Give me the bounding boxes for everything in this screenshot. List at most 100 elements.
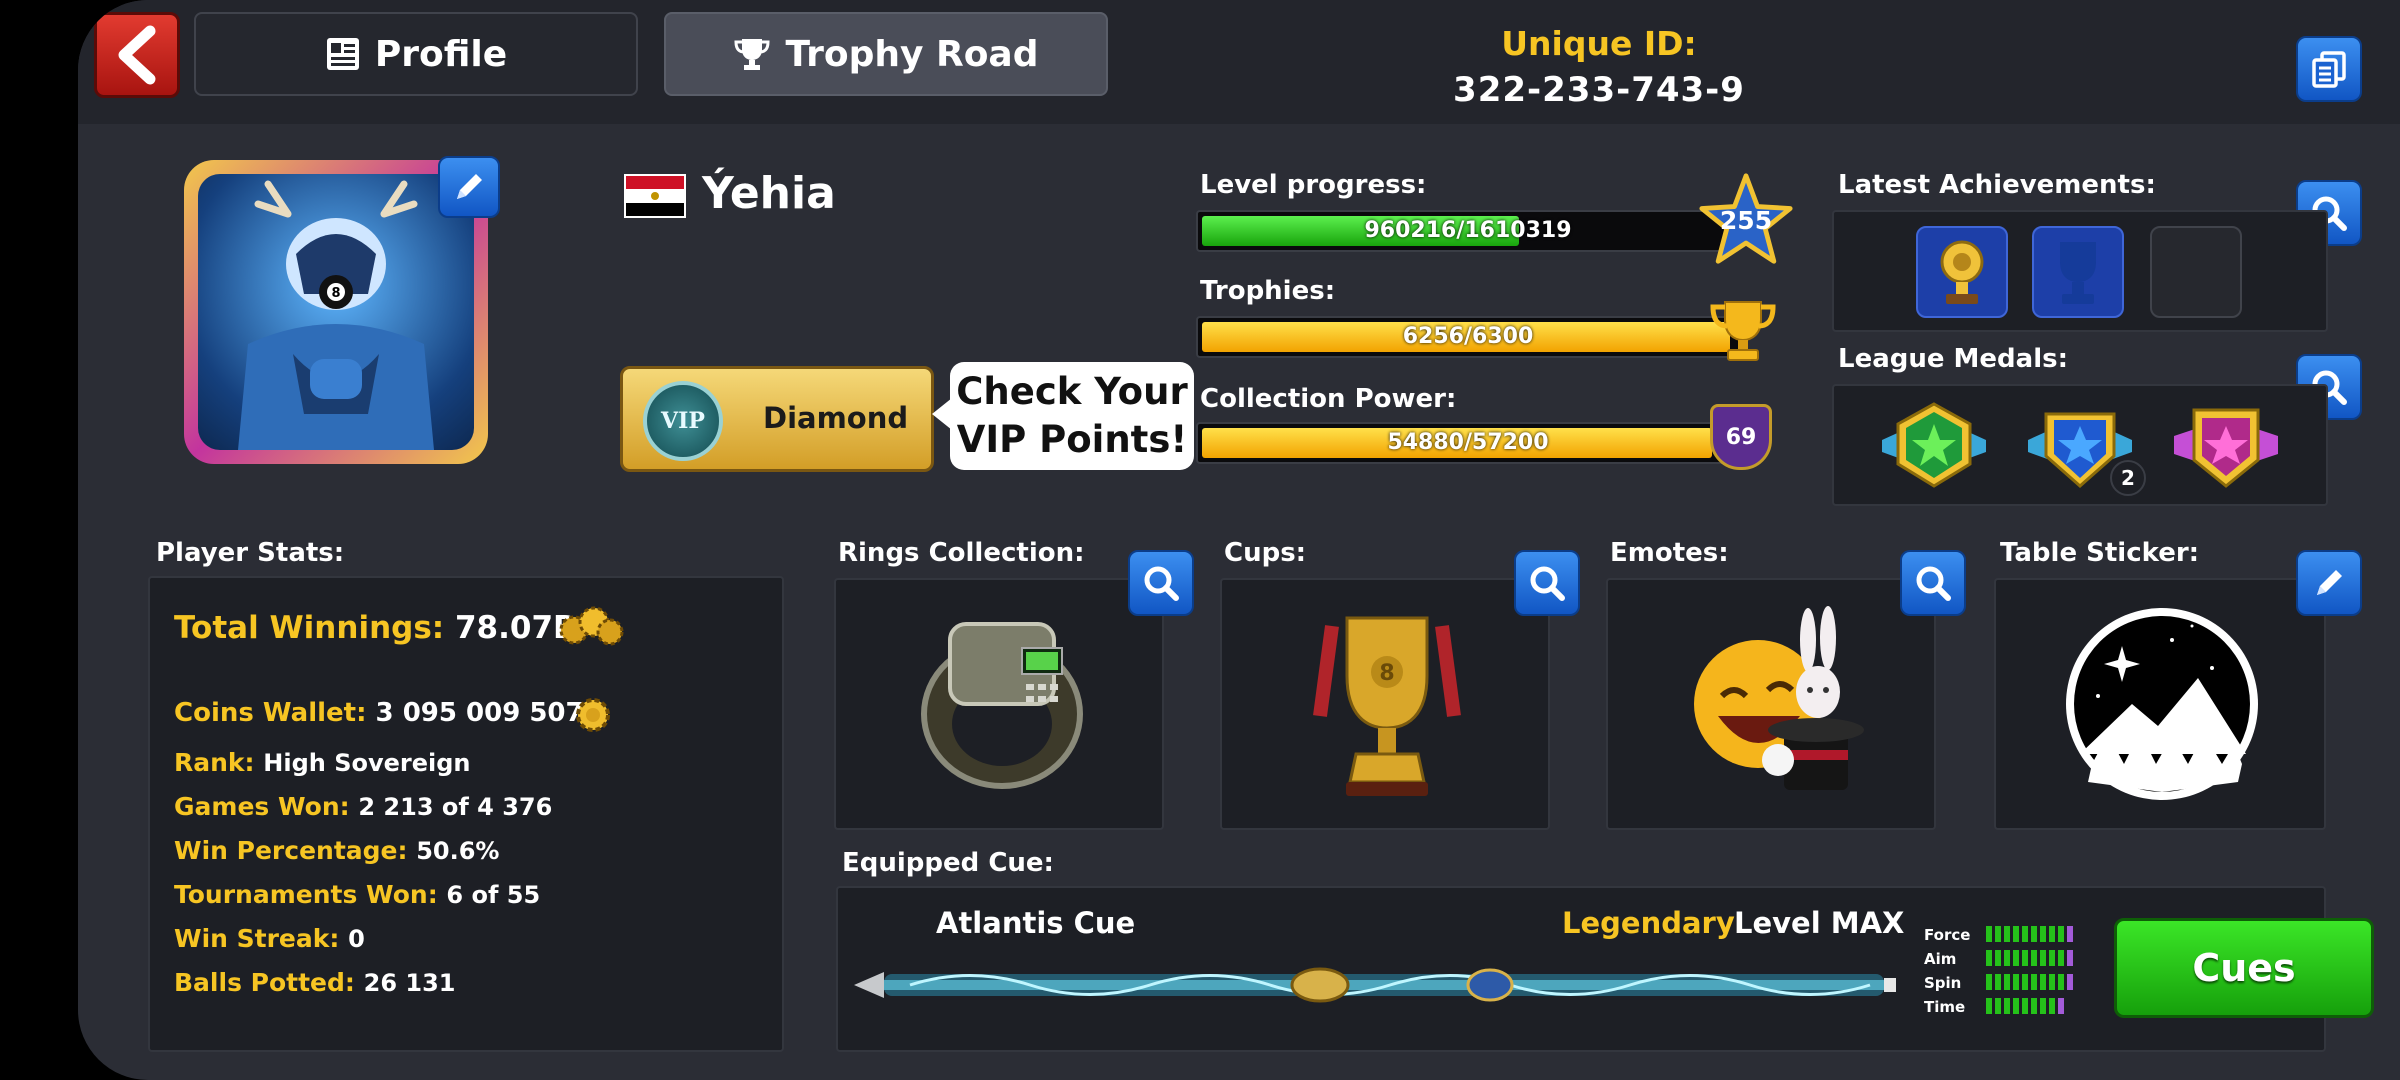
trophies-text: 6256/6300 (1402, 324, 1534, 349)
achievement-blue-trophy-icon[interactable] (2032, 226, 2124, 318)
vip-badge-icon: VIP (643, 381, 723, 461)
mountain-sticker-icon (2066, 608, 2258, 800)
stat-total-winnings: Total Winnings: 78.07B (174, 610, 577, 646)
league-medals-label: League Medals: (1838, 344, 2069, 374)
stat-win-percentage: Win Percentage: 50.6% (174, 836, 499, 865)
stat-win-streak: Win Streak: 0 (174, 924, 365, 953)
latest-achievements-label: Latest Achievements: (1838, 170, 2156, 200)
cups-search-button[interactable] (1514, 550, 1580, 616)
pencil-icon (457, 174, 482, 199)
atlantis-cue-image (854, 967, 1896, 1003)
trophy-icon (734, 39, 770, 70)
trophies-label: Trophies: (1200, 276, 1336, 306)
unique-id-value: 322-233-743-9 (1453, 70, 1745, 110)
trophies-bar: 6256/6300 (1196, 316, 1740, 358)
player-stats-label: Player Stats: (156, 538, 345, 568)
league-medals-panel: 2 (1832, 384, 2328, 506)
cue-force-label: Force (1924, 926, 1971, 944)
cue-level: Level MAX (1734, 906, 1905, 940)
table-sticker-panel[interactable] (1994, 578, 2326, 830)
stat-win-percentage-value: 50.6% (416, 837, 500, 865)
stat-games-won: Games Won: 2 213 of 4 376 (174, 792, 552, 821)
chevron-left-icon (118, 25, 156, 85)
back-button[interactable] (94, 12, 180, 98)
stat-tournaments-won: Tournaments Won: 6 of 55 (174, 880, 540, 909)
trophy-gold-icon (1710, 301, 1776, 361)
vip-tier: Diamond (763, 401, 909, 435)
tab-profile-label: Profile (374, 33, 508, 75)
rings-panel[interactable] (834, 578, 1164, 830)
stat-balls-potted: Balls Potted: 26 131 (174, 968, 455, 997)
achievements-panel (1832, 210, 2328, 332)
profile-screen: Profile Trophy Road Unique ID: 322-233-7… (78, 0, 2400, 1080)
svg-text:8: 8 (331, 286, 340, 301)
cue-name: Atlantis Cue (936, 906, 1136, 940)
collection-shield-icon: 69 (1710, 404, 1772, 470)
pencil-icon (2317, 570, 2342, 595)
level-progress-bar: 960216/1610319 (1196, 210, 1740, 252)
stat-rank-key: Rank: (174, 748, 255, 777)
stat-total-winnings-key: Total Winnings: (174, 610, 445, 646)
cue-time-bar (1986, 998, 2064, 1014)
coin-icon (576, 698, 610, 732)
tab-trophy-road[interactable]: Trophy Road (664, 12, 1108, 96)
stat-coins-wallet: Coins Wallet: 3 095 009 507 (174, 698, 584, 728)
rings-search-button[interactable] (1128, 550, 1194, 616)
stat-balls-potted-value: 26 131 (363, 969, 456, 997)
level-progress-text: 960216/1610319 (1364, 218, 1572, 243)
emotes-search-button[interactable] (1900, 550, 1966, 616)
stat-win-streak-value: 0 (348, 925, 365, 953)
tab-trophy-road-label: Trophy Road (785, 33, 1039, 75)
copy-icon (2312, 51, 2346, 88)
cups-label: Cups: (1224, 538, 1307, 568)
cup-trophy-icon: 8 (1313, 616, 1461, 796)
cue-rarity: Legendary (1562, 906, 1735, 940)
search-icon (1916, 566, 1951, 601)
stat-balls-potted-key: Balls Potted: (174, 968, 355, 997)
equipped-cue-label: Equipped Cue: (842, 848, 1054, 878)
cue-aim-bar (1986, 950, 2073, 966)
achievement-gold-trophy-icon[interactable] (1916, 226, 2008, 318)
unique-id-label: Unique ID: (1501, 24, 1697, 63)
emotes-panel[interactable] (1606, 578, 1936, 830)
medal-count-badge: 2 (2110, 460, 2146, 496)
edit-sticker-button[interactable] (2296, 550, 2362, 616)
collection-power-text: 54880/57200 (1387, 430, 1549, 455)
vip-points-bubble[interactable]: Check Your VIP Points! (932, 362, 1194, 470)
coin-pile-icon (559, 606, 624, 646)
stat-coins-wallet-value: 3 095 009 507 (375, 698, 584, 728)
collection-power-label: Collection Power: (1200, 384, 1457, 414)
emotes-label: Emotes: (1610, 538, 1729, 568)
avatar-image: 8 (198, 174, 474, 450)
edit-avatar-button[interactable] (438, 156, 500, 218)
profile-card-icon (326, 38, 359, 70)
green-star-medal-icon (1882, 402, 1986, 488)
cues-button[interactable]: Cues (2114, 918, 2374, 1018)
vip-bubble-line1: Check Your (956, 370, 1188, 413)
ring-icon (921, 622, 1083, 789)
level-progress-label: Level progress: (1200, 170, 1427, 200)
stat-tournaments-won-key: Tournaments Won: (174, 880, 438, 909)
achievement-empty-slot (2150, 226, 2242, 318)
stat-coins-wallet-key: Coins Wallet: (174, 698, 367, 728)
stat-win-percentage-key: Win Percentage: (174, 836, 408, 865)
cue-aim-label: Aim (1924, 950, 1957, 968)
cups-panel[interactable]: 8 (1220, 578, 1550, 830)
cue-time-label: Time (1924, 998, 1966, 1016)
egypt-flag-icon (624, 174, 686, 218)
tab-profile[interactable]: Profile (194, 12, 638, 96)
stat-games-won-key: Games Won: (174, 792, 350, 821)
collection-power-bar: 54880/57200 (1196, 422, 1740, 464)
username: Ýehia (702, 168, 836, 219)
cue-spin-label: Spin (1924, 974, 1962, 992)
stat-win-streak-key: Win Streak: (174, 924, 340, 953)
cue-spin-bar (1986, 974, 2073, 990)
stat-games-won-value: 2 213 of 4 376 (358, 793, 553, 821)
top-bar: Profile Trophy Road Unique ID: 322-233-7… (78, 0, 2400, 124)
vip-button[interactable]: VIP Diamond (620, 366, 934, 472)
search-icon (1530, 566, 1565, 601)
vip-bubble-line2: VIP Points! (956, 418, 1188, 461)
level-number: 255 (1719, 206, 1773, 235)
copy-id-button[interactable] (2296, 36, 2362, 102)
laughing-emote-icon (1694, 606, 1864, 790)
